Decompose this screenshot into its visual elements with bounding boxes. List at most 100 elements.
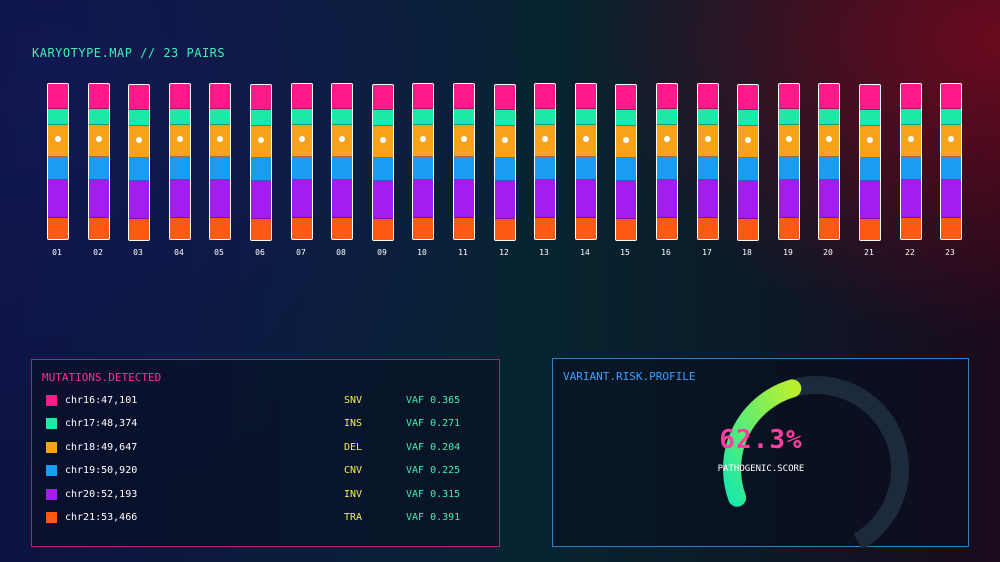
chromosome-band	[332, 180, 352, 218]
centromere-dot	[380, 136, 386, 143]
mutation-locus: chr18:49,647	[65, 441, 138, 453]
chromosome-band	[373, 219, 393, 240]
chromosome-band	[901, 180, 921, 218]
chromosome-band	[454, 84, 474, 109]
chromosome-band	[251, 181, 271, 219]
chromosome-band	[779, 109, 799, 125]
chromosome-band	[657, 180, 677, 218]
chromosome-13	[534, 83, 556, 240]
chromosome-band	[779, 180, 799, 218]
chromosome-band	[454, 109, 474, 125]
mutation-color-swatch	[46, 512, 57, 523]
mutations-title: MUTATIONS.DETECTED	[42, 371, 162, 384]
mutation-color-swatch	[46, 441, 57, 453]
chromosome-band	[454, 218, 474, 239]
chromosome-band	[901, 157, 921, 180]
karyotype-map: 01 02 03 04 05 06 07 08 09 10 11 12 13 14 15 16 17 18 19 20…	[0, 0, 1000, 270]
mutation-locus: chr20:52,193	[65, 488, 138, 500]
chromosome-band	[129, 85, 149, 110]
chromosome-01	[47, 83, 69, 240]
chromosome-band	[413, 157, 433, 180]
chromosome-band	[129, 110, 149, 126]
chromosome-label: 21	[864, 248, 874, 257]
chromosome-15	[615, 84, 637, 241]
chromosome-band	[454, 180, 474, 218]
chromosome-band	[373, 85, 393, 110]
chromosome-06	[250, 84, 272, 241]
mutation-type: SNV	[344, 395, 363, 406]
mutation-color-swatch	[46, 418, 57, 430]
chromosome-band	[819, 109, 839, 125]
chromosome-band	[332, 218, 352, 239]
chromosome-label: 05	[214, 248, 224, 257]
chromosome-band	[941, 84, 961, 109]
chromosome-band	[332, 84, 352, 109]
chromosome-band	[170, 218, 190, 239]
pathogenic-score-label: PATHOGENIC.SCORE	[717, 464, 805, 474]
mutation-vaf: VAF 0.365	[406, 395, 461, 406]
mutation-color-swatch	[46, 465, 57, 477]
chromosome-label: 15	[620, 248, 630, 257]
chromosome-17	[697, 83, 719, 240]
chromosome-band	[535, 157, 555, 180]
chromosome-band	[413, 218, 433, 239]
centromere-dot	[136, 136, 142, 143]
centromere-dot	[217, 135, 223, 142]
chromosome-band	[495, 219, 515, 240]
chromosome-07	[291, 83, 313, 240]
chromosome-band	[819, 180, 839, 218]
chromosome-band	[860, 110, 880, 126]
chromosome-label: 02	[93, 248, 103, 257]
chromosome-band	[495, 181, 515, 219]
mutation-locus: chr16:47,101	[65, 395, 138, 406]
chromosome-band	[860, 219, 880, 240]
mutation-type: INV	[344, 488, 363, 500]
chromosome-band	[292, 180, 312, 218]
chromosome-band	[576, 84, 596, 109]
chromosome-band	[616, 219, 636, 240]
chromosome-band	[738, 181, 758, 219]
mutation-color-swatch	[46, 488, 57, 500]
chromosome-band	[129, 158, 149, 181]
chromosome-label: 18	[742, 248, 752, 257]
mutation-row: chr19:50,920 CNV VAF 0.225	[32, 463, 499, 479]
risk-profile-panel: VARIANT.RISK.PROFILE 62.3% PATHOGENIC.SC…	[552, 358, 969, 548]
chromosome-10	[412, 83, 434, 240]
risk-profile-title: VARIANT.RISK.PROFILE	[563, 370, 696, 383]
chromosome-band	[129, 219, 149, 240]
chromosome-band	[170, 84, 190, 109]
centromere-dot	[420, 135, 426, 142]
centromere-dot	[826, 135, 832, 142]
chromosome-band	[576, 109, 596, 125]
chromosome-12	[494, 84, 516, 241]
chromosome-band	[210, 157, 230, 180]
chromosome-20	[818, 83, 840, 240]
chromosome-band	[251, 219, 271, 240]
chromosome-label: 20	[823, 248, 833, 257]
centromere-dot	[583, 135, 589, 142]
chromosome-band	[48, 180, 68, 218]
chromosome-band	[332, 109, 352, 125]
chromosome-band	[48, 84, 68, 109]
mutation-vaf: VAF 0.391	[406, 512, 461, 523]
centromere-dot	[623, 136, 629, 143]
chromosome-band	[535, 218, 555, 239]
chromosome-21	[859, 84, 881, 241]
chromosome-band	[292, 218, 312, 239]
chromosome-band	[657, 157, 677, 180]
mutation-row: chr18:49,647 DEL VAF 0.204	[32, 440, 499, 456]
chromosome-band	[413, 109, 433, 125]
centromere-dot	[258, 136, 264, 143]
chromosome-label: 06	[255, 248, 265, 257]
mutation-row: chr21:53,466 TRA VAF 0.391	[32, 510, 499, 526]
chromosome-band	[535, 84, 555, 109]
chromosome-band	[819, 218, 839, 239]
chromosome-band	[332, 157, 352, 180]
chromosome-05	[209, 83, 231, 240]
chromosome-band	[819, 84, 839, 109]
chromosome-band	[901, 218, 921, 239]
chromosome-band	[657, 109, 677, 125]
chromosome-band	[129, 181, 149, 219]
chromosome-band	[819, 157, 839, 180]
chromosome-band	[576, 218, 596, 239]
